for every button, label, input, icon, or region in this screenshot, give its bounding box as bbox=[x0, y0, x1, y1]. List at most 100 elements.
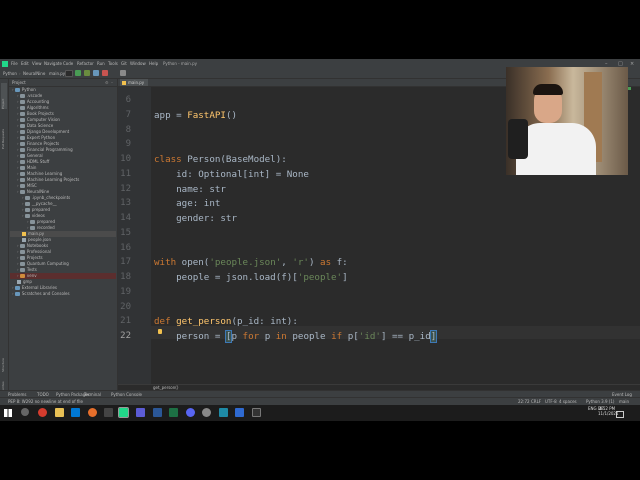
tree-item-label: Python bbox=[21, 87, 36, 92]
folder-icon bbox=[19, 244, 25, 248]
search-taskbar-icon[interactable] bbox=[21, 408, 29, 416]
menu-git[interactable]: Git bbox=[121, 61, 127, 66]
menu-file[interactable]: File bbox=[11, 61, 18, 66]
mail-icon[interactable] bbox=[71, 408, 80, 417]
folder-icon bbox=[24, 214, 30, 218]
teams-icon[interactable] bbox=[136, 408, 145, 417]
hide-panel-icon[interactable]: – bbox=[111, 80, 113, 85]
menu-window[interactable]: Window bbox=[130, 61, 146, 66]
obs-icon[interactable] bbox=[202, 408, 211, 417]
status-encoding[interactable]: UTF-8 bbox=[545, 399, 557, 404]
pycharm-logo bbox=[2, 61, 8, 67]
code-line[interactable]: class Person(BaseModel): bbox=[154, 154, 287, 165]
folder-icon bbox=[19, 94, 25, 98]
file-explorer-icon[interactable] bbox=[55, 408, 64, 417]
breadcrumb-separator-icon: › bbox=[44, 71, 46, 76]
line-number: 12 bbox=[120, 183, 131, 194]
terminal-taskbar-icon[interactable] bbox=[252, 408, 261, 417]
status-message[interactable]: PEP 8: W292 no newline at end of file bbox=[8, 399, 83, 404]
inspection-ok-icon[interactable] bbox=[628, 87, 631, 90]
code-line[interactable]: name: str bbox=[154, 184, 226, 195]
breadcrumb-folder[interactable]: NeuralNine bbox=[23, 71, 45, 76]
line-number: 19 bbox=[120, 286, 131, 297]
menu-run[interactable]: Run bbox=[97, 61, 105, 66]
pycharm-taskbar-icon[interactable] bbox=[118, 407, 129, 418]
search-icon[interactable] bbox=[120, 70, 126, 76]
tree-item-label: main.py bbox=[28, 231, 45, 236]
folder-icon bbox=[29, 226, 35, 230]
menu-navigate[interactable]: Navigate bbox=[44, 61, 62, 66]
project-panel-title[interactable]: Project bbox=[12, 80, 26, 85]
excel-icon[interactable] bbox=[169, 408, 178, 417]
folder-icon bbox=[19, 112, 25, 116]
code-line[interactable]: app = FastAPI() bbox=[154, 110, 237, 121]
breadcrumb-root[interactable]: Python bbox=[3, 71, 17, 76]
add-configuration-button[interactable] bbox=[65, 70, 73, 77]
debug-icon[interactable] bbox=[84, 70, 90, 76]
left-tool-strip: Project Pull Requests Structure Favorite… bbox=[0, 79, 9, 396]
app2-icon[interactable] bbox=[219, 408, 228, 417]
structure-tool-tab[interactable]: Structure bbox=[1, 354, 7, 372]
folder-icon bbox=[19, 256, 25, 260]
stop-icon[interactable] bbox=[102, 70, 108, 76]
status-interpreter[interactable]: Python 3.9 (1) bbox=[586, 399, 614, 404]
status-branch[interactable]: main bbox=[619, 399, 629, 404]
line-number: 8 bbox=[125, 124, 131, 135]
menu-code[interactable]: Code bbox=[63, 61, 73, 66]
discord-icon[interactable] bbox=[186, 408, 195, 417]
firefox-icon[interactable] bbox=[88, 408, 97, 417]
status-indent[interactable]: 4 spaces bbox=[559, 399, 577, 404]
status-line-separator[interactable]: CRLF bbox=[531, 399, 541, 404]
breadcrumb-file[interactable]: main.py bbox=[49, 71, 65, 76]
tree-item[interactable]: › Scratches and Consoles bbox=[10, 291, 116, 297]
folder-icon bbox=[14, 292, 20, 296]
code-line[interactable]: person = [p for p in people if p['id'] =… bbox=[154, 330, 438, 343]
code-line[interactable]: id: Optional[int] = None bbox=[154, 169, 309, 180]
tab-main-py[interactable]: main.py × bbox=[120, 79, 148, 92]
opera-icon[interactable] bbox=[38, 408, 47, 417]
menu-tools[interactable]: Tools bbox=[108, 61, 118, 66]
word-icon[interactable] bbox=[153, 408, 162, 417]
tree-item-label: Tests bbox=[26, 267, 37, 272]
code-line[interactable]: def get_person(p_id: int): bbox=[154, 316, 298, 327]
app3-icon[interactable] bbox=[235, 408, 244, 417]
project-tool-tab[interactable]: Project bbox=[1, 83, 7, 109]
tree-item-label: Notebooks bbox=[26, 243, 49, 248]
code-line[interactable]: gender: str bbox=[154, 213, 237, 224]
menu-view[interactable]: View bbox=[32, 61, 42, 66]
menu-refactor[interactable]: Refactor bbox=[77, 61, 94, 66]
tree-item-label: MISC bbox=[26, 183, 37, 188]
gear-icon[interactable]: ⚙ bbox=[105, 80, 109, 85]
tree-item-label: videos bbox=[31, 213, 45, 218]
code-line[interactable]: age: int bbox=[154, 198, 220, 209]
line-number: 18 bbox=[120, 272, 131, 282]
folder-icon bbox=[24, 196, 30, 200]
close-icon[interactable]: × bbox=[630, 61, 634, 67]
status-cursor[interactable]: 22:72 bbox=[518, 399, 530, 404]
run-icon[interactable] bbox=[75, 70, 81, 76]
app-icon[interactable] bbox=[104, 408, 113, 417]
tree-item-label: Main bbox=[26, 165, 37, 170]
line-number: 10 bbox=[120, 154, 131, 164]
tab-label: main.py bbox=[128, 80, 145, 85]
pull-requests-tool-tab[interactable]: Pull Requests bbox=[1, 119, 7, 149]
tree-item-label: Expert Python bbox=[26, 135, 56, 140]
menu-help[interactable]: Help bbox=[149, 61, 158, 66]
line-number: 15 bbox=[120, 227, 131, 238]
windows-start-icon[interactable] bbox=[4, 409, 12, 417]
folder-icon bbox=[19, 130, 25, 134]
python-file-icon bbox=[22, 232, 26, 236]
tree-item-label: External Libraries bbox=[21, 285, 58, 290]
project-tree: › Python › .vscode › Accounting › Algorithm… bbox=[10, 87, 116, 297]
code-line[interactable]: people = json.load(f)['people'] bbox=[154, 272, 348, 283]
coverage-icon[interactable] bbox=[93, 70, 99, 76]
code-line[interactable]: with open('people.json', 'r') as f: bbox=[154, 257, 348, 268]
folder-icon bbox=[19, 148, 25, 152]
folder-icon bbox=[19, 172, 25, 176]
window-title: Python - main.py bbox=[163, 61, 198, 66]
line-number: 11 bbox=[120, 168, 131, 179]
tree-item-label: Accounting bbox=[26, 99, 50, 104]
line-number: 20 bbox=[120, 301, 131, 312]
taskbar-clock[interactable]: 4:52 PM 11/1/2021 bbox=[598, 406, 619, 416]
menu-edit[interactable]: Edit bbox=[21, 61, 29, 66]
